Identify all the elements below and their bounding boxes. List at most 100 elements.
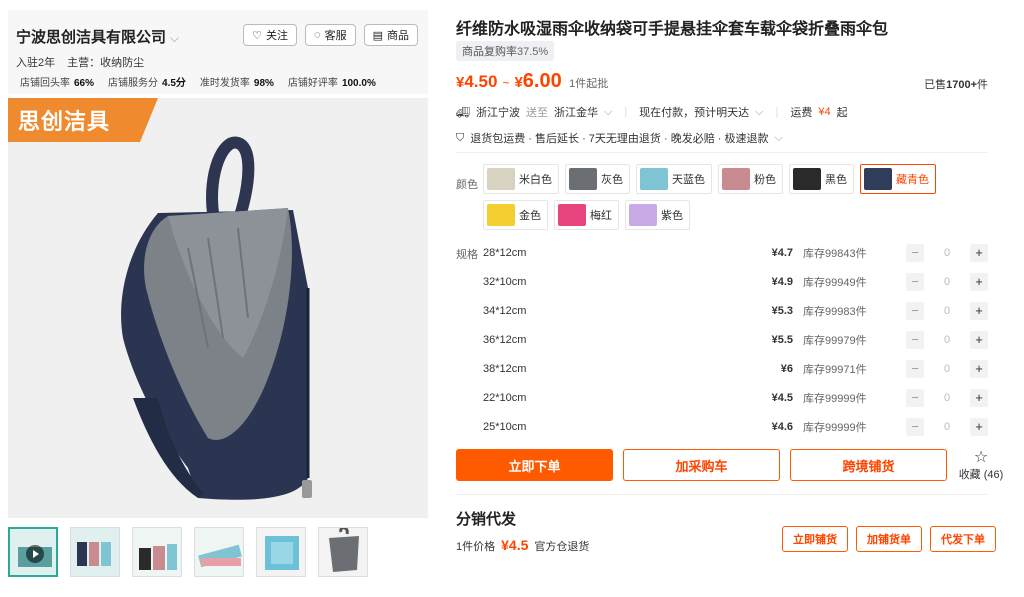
minus-button[interactable]: − <box>906 272 924 291</box>
plus-button[interactable]: + <box>970 388 988 407</box>
distribution-buttons: 立即铺货 加铺货单 代发下单 <box>782 526 996 552</box>
thumbnail[interactable] <box>70 527 120 577</box>
quantity-input[interactable]: 0 <box>924 247 970 259</box>
minus-button[interactable]: − <box>906 359 924 378</box>
add-to-cart-button[interactable]: 加采购车 <box>623 449 780 481</box>
chevron-down-icon[interactable]: ⌵ <box>170 31 179 45</box>
thumbnail[interactable] <box>194 527 244 577</box>
color-option[interactable]: 米白色 <box>483 164 559 194</box>
thumbnail-image <box>319 528 367 576</box>
add-listing-button[interactable]: 加铺货单 <box>856 526 922 552</box>
plus-button[interactable]: + <box>970 243 988 262</box>
shop-meta: 入驻2年 主营：收纳防尘 <box>16 54 144 70</box>
shop-buttons: ♡ 关注 ◌ 客服 ▤ 商品 <box>243 24 418 46</box>
customer-service-button[interactable]: ◌ 客服 <box>305 24 356 46</box>
thumbnail-video[interactable] <box>8 527 58 577</box>
umbrella-bag-illustration <box>8 98 428 518</box>
shipping-row: 🚚︎ 浙江宁波 送至 浙江金华 ⌵ | 现在付款，预计明天达 ⌵ | 运费 ¥4… <box>456 104 848 120</box>
size-row: 25*10cm ¥4.6 库存99999件 −0 + <box>483 412 988 441</box>
size-price: ¥4.6 <box>771 420 793 433</box>
favorite-label: 收藏 <box>958 469 981 481</box>
plus-button[interactable]: + <box>970 417 988 436</box>
quantity-stepper: −0 + <box>906 388 988 407</box>
quantity-input[interactable]: 0 <box>924 421 970 433</box>
product-title: 纤维防水吸湿雨伞收纳袋可手提悬挂伞套车载伞袋折叠雨伞包 <box>456 21 889 38</box>
favorite-count: (46) <box>983 469 1004 481</box>
delivery-estimate[interactable]: 现在付款，预计明天达 <box>639 104 749 120</box>
thumbnail-image <box>257 528 305 576</box>
color-swatch <box>722 168 750 190</box>
goods-button[interactable]: ▤ 商品 <box>363 24 418 46</box>
minus-button[interactable]: − <box>906 330 924 349</box>
minus-button[interactable]: − <box>906 417 924 436</box>
quantity-input[interactable]: 0 <box>924 392 970 404</box>
chevron-down-icon[interactable]: ⌵ <box>774 132 782 145</box>
color-option[interactable]: 金色 <box>483 200 548 230</box>
color-option[interactable]: 紫色 <box>625 200 690 230</box>
size-price: ¥4.5 <box>771 391 793 404</box>
divider <box>456 152 988 153</box>
quantity-stepper: −0 + <box>906 359 988 378</box>
buy-now-button[interactable]: 立即下单 <box>456 449 613 481</box>
color-option[interactable]: 藏青色 <box>860 164 936 194</box>
color-option[interactable]: 粉色 <box>718 164 783 194</box>
ship-from: 浙江宁波 <box>475 107 520 119</box>
shop-name[interactable]: 宁波思创洁具有限公司 ⌵ <box>16 26 179 47</box>
color-swatch <box>640 168 668 190</box>
main-product-image[interactable]: 思创洁具 <box>8 98 428 518</box>
list-now-button[interactable]: 立即铺货 <box>782 526 848 552</box>
store-icon: ▤ <box>372 29 383 42</box>
minus-button[interactable]: − <box>906 388 924 407</box>
quantity-input[interactable]: 0 <box>924 363 970 375</box>
minus-button[interactable]: − <box>906 243 924 262</box>
color-swatch <box>487 204 515 226</box>
chevron-down-icon[interactable]: ⌵ <box>755 106 763 119</box>
size-price: ¥4.9 <box>771 275 793 288</box>
service-guarantees: 退货包运费 · 售后延长 · 7天无理由退货 · 晚发必赔 · 极速退款 <box>470 133 769 145</box>
plus-button[interactable]: + <box>970 359 988 378</box>
divider: | <box>624 106 628 118</box>
color-option[interactable]: 灰色 <box>565 164 630 194</box>
plus-button[interactable]: + <box>970 330 988 349</box>
minus-button[interactable]: − <box>906 301 924 320</box>
ship-to-select[interactable]: 浙江金华 <box>554 104 598 120</box>
size-price: ¥5.5 <box>771 333 793 346</box>
favorite-button[interactable]: ☆ 收藏 (46) <box>954 450 1008 482</box>
dropship-order-button[interactable]: 代发下单 <box>930 526 996 552</box>
shop-card: 宁波思创洁具有限公司 ⌵ ♡ 关注 ◌ 客服 ▤ 商品 入驻2年 主营：收纳防尘 … <box>8 10 428 94</box>
size-row: 28*12cm ¥4.7 库存99843件 −0 + <box>483 238 988 267</box>
thumbnail[interactable] <box>256 527 306 577</box>
shop-stat: 准时发货率 98% <box>199 78 274 89</box>
brand-tag: 思创洁具 <box>8 98 158 142</box>
action-buttons: 立即下单 加采购车 跨境铺货 <box>456 449 947 481</box>
cross-border-button[interactable]: 跨境铺货 <box>790 449 947 481</box>
follow-button[interactable]: ♡ 关注 <box>243 24 298 46</box>
thumbnail[interactable] <box>132 527 182 577</box>
quantity-input[interactable]: 0 <box>924 276 970 288</box>
plus-button[interactable]: + <box>970 301 988 320</box>
distribution-price-label: 1件价格 <box>456 541 496 553</box>
thumbnail[interactable] <box>318 527 368 577</box>
plus-button[interactable]: + <box>970 272 988 291</box>
color-option-label: 梅红 <box>590 210 612 222</box>
quantity-input[interactable]: 0 <box>924 305 970 317</box>
shop-name-text[interactable]: 宁波思创洁具有限公司 <box>16 29 166 46</box>
color-option-label: 天蓝色 <box>672 174 705 186</box>
color-swatch <box>793 168 821 190</box>
quantity-stepper: −0 + <box>906 330 988 349</box>
color-option[interactable]: 天蓝色 <box>636 164 712 194</box>
color-swatch <box>864 168 892 190</box>
color-option[interactable]: 梅红 <box>554 200 619 230</box>
shop-stat: 店铺服务分 4.5分 <box>108 78 186 89</box>
size-options: 28*12cm ¥4.7 库存99843件 −0 +32*10cm ¥4.9 库存99949… <box>483 238 988 441</box>
size-row: 32*10cm ¥4.9 库存99949件 −0 + <box>483 267 988 296</box>
chevron-down-icon[interactable]: ⌵ <box>604 106 612 119</box>
repurchase-badge: 商品复购率37.5% <box>456 41 555 61</box>
quantity-input[interactable]: 0 <box>924 334 970 346</box>
size-name: 25*10cm <box>483 420 527 433</box>
color-option[interactable]: 黑色 <box>789 164 854 194</box>
color-option-label: 藏青色 <box>896 174 929 186</box>
service-row[interactable]: ⛉ 退货包运费 · 售后延长 · 7天无理由退货 · 晚发必赔 · 极速退款 ⌵ <box>456 130 783 146</box>
sold-count: 已售1700+件 <box>924 79 988 91</box>
follow-label: 关注 <box>266 30 289 42</box>
